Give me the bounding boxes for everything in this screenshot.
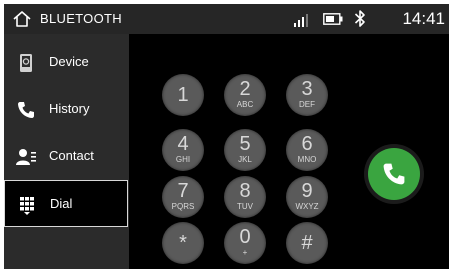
key-1[interactable]: 1 <box>162 74 204 116</box>
dialpad-icon <box>20 197 34 215</box>
key-letters: + <box>242 248 248 257</box>
key-digit: 2 <box>239 78 251 100</box>
key-letters: GHI <box>175 155 191 164</box>
key-letters: WXYZ <box>295 202 319 211</box>
key-6[interactable]: 6 MNO <box>286 129 328 171</box>
key-star[interactable]: * <box>162 222 204 264</box>
key-letters: MNO <box>297 155 317 164</box>
key-7[interactable]: 7 PQRS <box>162 176 204 218</box>
phone-device-icon <box>20 54 32 72</box>
key-digit: 8 <box>239 180 251 202</box>
home-icon[interactable] <box>12 10 32 28</box>
key-digit: 4 <box>177 133 189 155</box>
call-button[interactable] <box>368 148 420 200</box>
signal-icon <box>294 14 308 27</box>
key-digit: 3 <box>301 78 313 100</box>
sidebar-item-label: Device <box>49 54 89 69</box>
key-digit: 5 <box>239 133 251 155</box>
sidebar: Device History Contact Dial <box>4 34 129 269</box>
key-hash[interactable]: # <box>286 222 328 264</box>
key-letters: ABC <box>236 100 254 109</box>
key-digit: 1 <box>177 84 189 106</box>
key-2[interactable]: 2 ABC <box>224 74 266 116</box>
key-4[interactable]: 4 GHI <box>162 129 204 171</box>
key-letters: TUV <box>237 202 253 211</box>
key-letters: DEF <box>299 100 315 109</box>
bluetooth-screen: BLUETOOTH 14:41 Device History Contact D… <box>4 4 449 269</box>
key-digit: # <box>301 232 313 254</box>
key-9[interactable]: 9 WXYZ <box>286 176 328 218</box>
key-3[interactable]: 3 DEF <box>286 74 328 116</box>
key-digit: 9 <box>301 180 313 202</box>
sidebar-item-dial[interactable]: Dial <box>4 180 128 227</box>
sidebar-item-label: Dial <box>50 196 73 211</box>
key-digit: 0 <box>239 226 251 248</box>
key-0[interactable]: 0 + <box>224 222 266 264</box>
clock: 14:41 <box>402 9 445 28</box>
app-title: BLUETOOTH <box>40 11 122 26</box>
sidebar-item-contact[interactable]: Contact <box>4 133 128 180</box>
key-letters: PQRS <box>171 202 195 211</box>
key-digit: 6 <box>301 133 313 155</box>
sidebar-item-label: History <box>49 101 90 116</box>
phone-call-icon <box>383 163 405 185</box>
key-digit: * <box>179 232 187 254</box>
key-5[interactable]: 5 JKL <box>224 129 266 171</box>
bluetooth-icon <box>354 10 365 27</box>
phone-history-icon <box>18 102 34 118</box>
sidebar-item-device[interactable]: Device <box>4 39 128 86</box>
key-8[interactable]: 8 TUV <box>224 176 266 218</box>
sidebar-item-label: Contact <box>49 148 94 163</box>
key-digit: 7 <box>177 180 189 202</box>
key-letters: JKL <box>238 155 252 164</box>
status-bar: BLUETOOTH 14:41 <box>4 4 449 34</box>
sidebar-item-history[interactable]: History <box>4 86 128 133</box>
contact-icon <box>16 149 36 165</box>
battery-icon <box>323 13 343 25</box>
